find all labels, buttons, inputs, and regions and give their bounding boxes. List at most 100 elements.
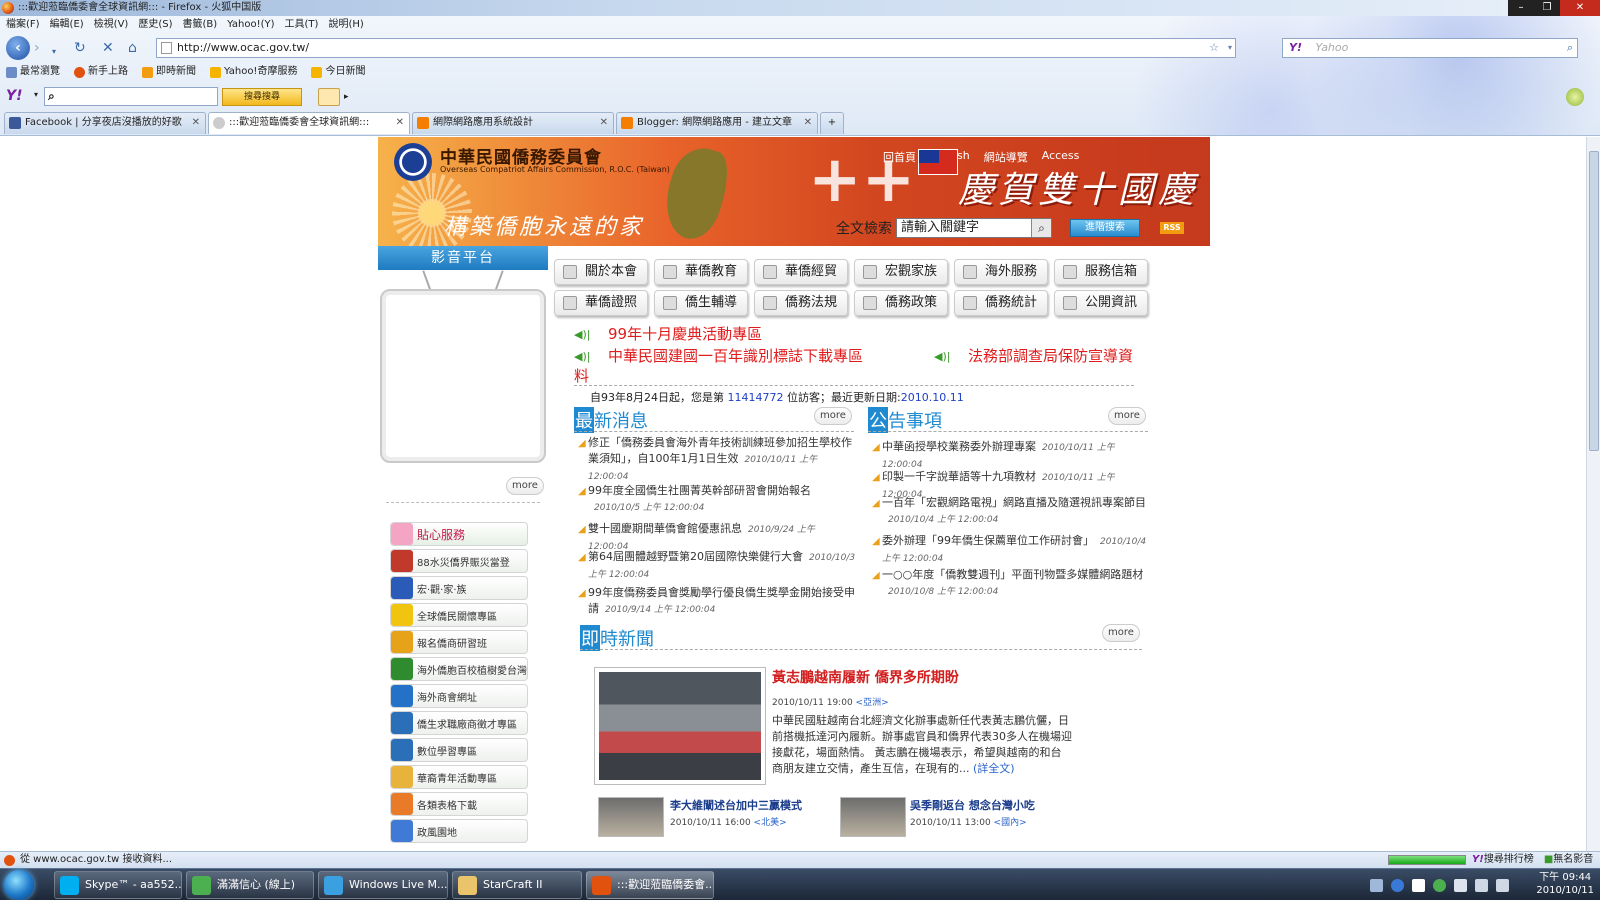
taskbar-app-button[interactable]: :::歡迎蒞臨僑委會... xyxy=(586,871,714,899)
menu-file[interactable]: 檔案(F) xyxy=(6,16,40,34)
close-window-button[interactable]: ✕ xyxy=(1560,0,1600,16)
news-item[interactable]: ◢ 一百年「宏觀網路電視」網路直播及隨選視訊專案節目 2010/10/4 上午 12… xyxy=(872,495,1154,528)
start-button[interactable] xyxy=(4,870,34,900)
notices-more-button[interactable]: more xyxy=(1108,407,1146,425)
menu-history[interactable]: 歷史(S) xyxy=(138,16,172,34)
announcement-link[interactable]: 中華民國建國一百年識別標誌下載專區 xyxy=(608,345,863,366)
yahoo-logo-icon[interactable]: Y! xyxy=(6,88,23,104)
bookmark-getting-started[interactable]: 新手上路 xyxy=(74,64,128,80)
tray-line-icon[interactable] xyxy=(1433,878,1446,892)
browser-search-field[interactable]: Y! Yahoo ⌕ xyxy=(1282,38,1578,58)
news-headline[interactable]: 黃志鵬越南履新 僑界多所期盼 xyxy=(772,667,959,687)
service-link[interactable]: 各類表格下載 xyxy=(390,792,528,816)
search-go-icon[interactable]: ⌕ xyxy=(1567,39,1573,57)
news-item[interactable]: ◢ 委外辦理「99年僑生保薦單位工作研討會」 2010/10/4 上午 12:00:… xyxy=(872,533,1154,567)
video-player[interactable] xyxy=(380,289,546,463)
service-link[interactable]: 數位學習專區 xyxy=(390,738,528,762)
tray-volume-icon[interactable] xyxy=(1496,878,1509,892)
service-link[interactable]: 報名僑商研習班 xyxy=(390,630,528,654)
news-item[interactable]: ◢ 中華函授學校業務委外辦理專案 2010/10/11 上午 12:00:04 xyxy=(872,439,1154,473)
bookmark-yahoo-services[interactable]: Yahoo!奇摩服務 xyxy=(210,64,297,80)
nav-button[interactable]: 華僑教育 xyxy=(654,259,748,285)
new-tab-button[interactable]: + xyxy=(820,112,844,134)
clock[interactable]: 下午 09:44 2010/10/11 xyxy=(1536,871,1594,897)
wretch-video-link[interactable]: ■無名影音 xyxy=(1544,852,1593,868)
nav-button[interactable]: 海外服務 xyxy=(954,259,1048,285)
bookmark-most-visited[interactable]: 最常瀏覽 xyxy=(6,64,60,80)
news-item[interactable]: ◢ 99年度僑務委員會獎勵學行優良僑生獎學金開始接受申請 2010/9/14 上午 … xyxy=(578,585,856,618)
menu-help[interactable]: 說明(H) xyxy=(328,16,363,34)
bookmark-latest-news[interactable]: 即時新聞 xyxy=(142,64,196,80)
tab-close-icon[interactable]: ✕ xyxy=(600,113,608,133)
menu-yahoo[interactable]: Yahoo!(Y) xyxy=(227,16,274,34)
news-item[interactable]: ◢ 第64屆團體越野暨第20屆國際快樂健行大會 2010/10/3 上午 12:00… xyxy=(578,549,856,583)
announcement-link[interactable]: 99年十月慶典活動專區 xyxy=(608,323,762,344)
nav-button[interactable]: 服務信箱 xyxy=(1054,259,1148,285)
yahoo-toolbar-search-input[interactable]: ⌕ xyxy=(44,87,218,106)
back-icon[interactable]: ‹ xyxy=(6,36,30,60)
home-link[interactable]: 回首頁 xyxy=(883,149,916,165)
menu-bookmarks[interactable]: 書籤(B) xyxy=(183,16,218,34)
reload-icon[interactable]: ↻ xyxy=(74,40,86,56)
menu-edit[interactable]: 編輯(E) xyxy=(50,16,84,34)
service-link[interactable]: 政風園地 xyxy=(390,819,528,843)
toolbar-more-icon[interactable]: ▸ xyxy=(344,88,354,106)
tab-close-icon[interactable]: ✕ xyxy=(396,113,404,133)
keyword-input[interactable]: 請輸入關鍵字 ⌕ xyxy=(896,218,1052,238)
search-ranking-link[interactable]: Y!搜尋排行榜 xyxy=(1472,852,1534,868)
nav-button[interactable]: 僑務政策 xyxy=(854,290,948,316)
taskbar-app-button[interactable]: Skype™ - aa552... xyxy=(54,871,182,899)
taskbar-app-button[interactable]: StarCraft II xyxy=(452,871,582,899)
advanced-search-button[interactable]: 進階搜索 xyxy=(1070,219,1140,237)
menu-view[interactable]: 檢視(V) xyxy=(94,16,129,34)
nav-button[interactable]: 華僑經貿 xyxy=(754,259,848,285)
yahoo-menu-dropdown-icon[interactable]: ▾ xyxy=(34,90,38,99)
announcement-link[interactable]: 法務部調查局保防宣導資 xyxy=(968,345,1133,366)
av-more-button[interactable]: more xyxy=(506,477,544,495)
addon-status-icon[interactable] xyxy=(1566,88,1584,106)
sub-news-photo[interactable] xyxy=(598,797,664,837)
sub-news-headline[interactable]: 李大維闡述台加中三贏模式 xyxy=(670,797,802,813)
url-dropdown-icon[interactable]: ▾ xyxy=(1228,39,1232,57)
tray-arrow-icon[interactable] xyxy=(1412,878,1425,892)
tray-network-icon[interactable] xyxy=(1475,878,1488,892)
tab-blogger[interactable]: Blogger: 網際網路應用 - 建立文章 ✕ xyxy=(616,112,818,134)
ocac-emblem-icon[interactable] xyxy=(394,143,432,181)
service-link[interactable]: 貼心服務 xyxy=(390,522,528,546)
news-region-tag[interactable]: <亞洲> xyxy=(856,698,889,708)
tab-close-icon[interactable]: ✕ xyxy=(192,113,200,133)
yahoo-search-button[interactable]: 搜尋搜尋 xyxy=(222,88,302,106)
service-link[interactable]: 僑生求職廠商徵才專區 xyxy=(390,711,528,735)
rss-icon[interactable]: RSS xyxy=(1160,222,1184,234)
tray-keyboard-icon[interactable] xyxy=(1370,878,1383,892)
service-link[interactable]: 海外僑胞百校植樹愛台灣 xyxy=(390,657,528,681)
tab-close-icon[interactable]: ✕ xyxy=(804,113,812,133)
news-photo[interactable] xyxy=(594,667,766,785)
nav-button[interactable]: 僑務法規 xyxy=(754,290,848,316)
news-item[interactable]: ◢ 99年度全國僑生社團菁英幹部研習會開始報名 2010/10/5 上午 12:00… xyxy=(578,483,856,516)
menu-tools[interactable]: 工具(T) xyxy=(285,16,319,34)
bookmark-today-news[interactable]: 今日新聞 xyxy=(311,64,365,80)
stop-icon[interactable]: ✕ xyxy=(102,40,114,56)
tab-ocac[interactable]: :::歡迎蒞臨僑委會全球資訊網::: ✕ xyxy=(208,112,410,134)
nav-button[interactable]: 僑務統計 xyxy=(954,290,1048,316)
service-link[interactable]: 宏‧觀‧家‧族 xyxy=(390,576,528,600)
nav-button[interactable]: 華僑證照 xyxy=(554,290,648,316)
nav-button[interactable]: 關於本會 xyxy=(554,259,648,285)
latest-news-more-button[interactable]: more xyxy=(814,407,852,425)
service-link[interactable]: 全球僑民關懷專區 xyxy=(390,603,528,627)
minimize-button[interactable]: – xyxy=(1508,0,1534,16)
news-item[interactable]: ◢ 一○○年度「僑教雙週刊」平面刊物暨多媒體網路題材 2010/10/8 上午 12… xyxy=(872,567,1154,600)
history-dropdown-icon[interactable]: ▾ xyxy=(52,44,56,60)
tab-facebook[interactable]: Facebook | 分享夜店沒播放的好歌 ✕ xyxy=(4,112,206,134)
av-platform-title[interactable]: 影音平台 xyxy=(378,246,548,270)
service-link[interactable]: 88水災僑界賑災當登 xyxy=(390,549,528,573)
instant-news-more-button[interactable]: more xyxy=(1102,624,1140,642)
nav-button[interactable]: 僑生輔導 xyxy=(654,290,748,316)
tray-help-icon[interactable] xyxy=(1391,878,1404,892)
tab-web-app-design[interactable]: 網際網路應用系統設計 ✕ xyxy=(412,112,614,134)
read-more-link[interactable]: (詳全文) xyxy=(973,762,1015,775)
tray-flag-icon[interactable] xyxy=(1454,878,1467,892)
taskbar-app-button[interactable]: Windows Live M... xyxy=(318,871,448,899)
nav-button[interactable]: 宏觀家族 xyxy=(854,259,948,285)
